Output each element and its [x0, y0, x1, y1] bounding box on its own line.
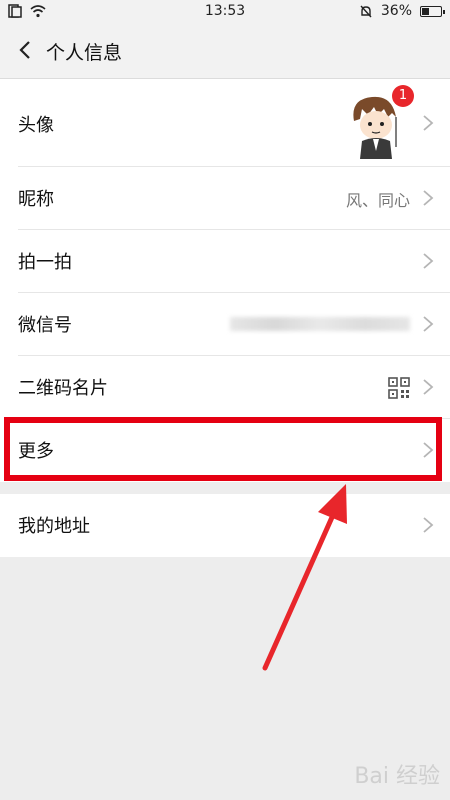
chevron-right-icon — [423, 517, 434, 533]
row-label-address: 我的地址 — [18, 516, 90, 537]
chevron-right-icon — [423, 379, 434, 395]
row-label-qr-card: 二维码名片 — [18, 378, 108, 399]
battery-icon — [420, 5, 445, 17]
page-title: 个人信息 — [46, 42, 123, 64]
chevron-right-icon — [423, 316, 434, 332]
chevron-right-icon — [423, 115, 434, 131]
row-label-wechat-id: 微信号 — [18, 315, 72, 336]
battery-fill — [422, 7, 430, 15]
profile-list: 头像 1 昵称 风、同心 拍一拍 微信号 二维码名片 更多 我的地址 — [0, 79, 450, 557]
row-qr-card[interactable]: 二维码名片 — [0, 356, 450, 419]
row-wechat-id[interactable]: 微信号 — [0, 293, 450, 356]
status-bar: 13:53 36% — [0, 0, 450, 24]
back-button[interactable] — [14, 38, 38, 62]
chevron-right-icon — [423, 253, 434, 269]
section-gap — [0, 482, 450, 494]
row-avatar[interactable]: 头像 1 — [0, 79, 450, 167]
chevron-right-icon — [423, 190, 434, 206]
row-pat[interactable]: 拍一拍 — [0, 230, 450, 293]
notification-badge: 1 — [392, 85, 414, 107]
qr-code-icon — [388, 377, 410, 399]
wechat-id-blurred — [230, 317, 410, 331]
row-address[interactable]: 我的地址 — [0, 494, 450, 557]
avatar: 1 — [340, 85, 414, 159]
watermark: Bai 经验 — [354, 764, 440, 789]
row-label-avatar: 头像 — [18, 115, 54, 136]
status-right: 36% — [359, 3, 445, 19]
row-label-nickname: 昵称 — [18, 189, 54, 210]
navigation-bar: 个人信息 — [0, 24, 450, 79]
row-nickname[interactable]: 昵称 风、同心 — [0, 167, 450, 230]
nickname-value: 风、同心 — [345, 191, 410, 210]
row-label-pat: 拍一拍 — [18, 252, 72, 273]
mute-icon — [360, 5, 372, 18]
battery-percent: 36% — [380, 3, 412, 19]
highlight-box — [4, 417, 442, 481]
